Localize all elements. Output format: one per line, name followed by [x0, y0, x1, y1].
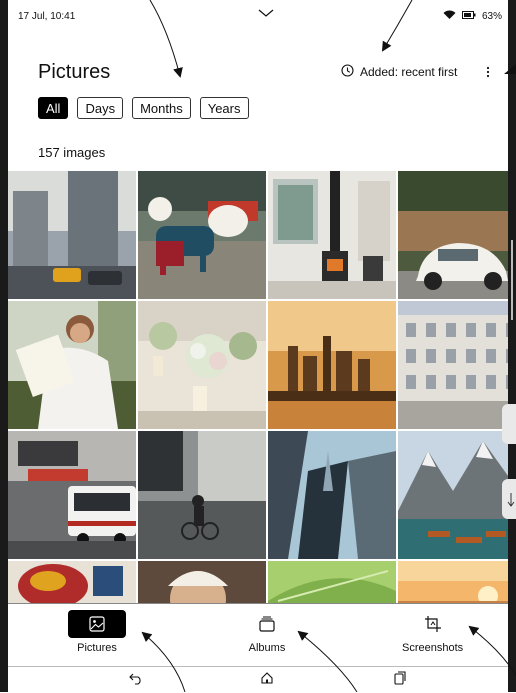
home-icon[interactable]: [260, 671, 274, 690]
status-bar: 17 Jul, 10:41 63%: [18, 8, 502, 26]
scroll-to-top-icon[interactable]: [504, 63, 516, 81]
nav-screenshots[interactable]: Screenshots: [402, 610, 463, 654]
image-icon: [68, 610, 126, 638]
mountain-lake-icon: [398, 431, 508, 559]
image-count: 157 images: [38, 145, 106, 160]
nav-pictures[interactable]: Pictures: [68, 610, 126, 654]
thumbnail-flower-table[interactable]: [138, 301, 266, 429]
thumbnail-child-portrait[interactable]: [138, 561, 266, 603]
more-options-icon[interactable]: [482, 64, 494, 80]
thumbnail-skyline-sunset[interactable]: [268, 301, 396, 429]
flower-table-icon: [138, 301, 266, 429]
nav-pictures-label: Pictures: [77, 642, 117, 654]
device-frame-right: [508, 0, 516, 692]
scroll-down-button[interactable]: [502, 479, 516, 519]
nav-albums-label: Albums: [248, 642, 286, 654]
city-street-icon: [8, 171, 136, 299]
sort-label: Added: recent first: [360, 65, 458, 79]
thumbnail-building-facade[interactable]: [398, 301, 508, 429]
back-icon[interactable]: [129, 671, 143, 690]
battery-icon: [461, 11, 476, 22]
status-time: 17 Jul, 10:41: [18, 11, 76, 22]
system-navigation-bar: [8, 666, 508, 693]
dog-icon: [138, 171, 266, 299]
filter-years[interactable]: Years: [199, 97, 249, 119]
fireplace-room-icon: [268, 171, 396, 299]
page-title: Pictures: [38, 61, 111, 83]
nav-albums[interactable]: Albums: [238, 610, 296, 654]
thumbnail-skyscraper[interactable]: [268, 431, 396, 559]
image-grid: [8, 171, 508, 603]
sort-button[interactable]: Added: recent first: [341, 64, 457, 80]
child-portrait-icon: [138, 561, 266, 603]
clock-icon: [341, 64, 354, 80]
recents-icon[interactable]: [393, 671, 407, 690]
status-right: 63%: [443, 10, 502, 23]
thumbnail-vintage-car[interactable]: [398, 171, 508, 299]
thumbnail-woman-reading[interactable]: [8, 301, 136, 429]
filter-months[interactable]: Months: [132, 97, 191, 119]
scroll-up-button[interactable]: [502, 404, 516, 444]
chevron-down-icon[interactable]: [258, 8, 274, 21]
thumbnail-mountain-lake[interactable]: [398, 431, 508, 559]
bottom-navigation: Pictures Albums Screenshots: [8, 603, 508, 666]
screenshot-icon: [404, 610, 462, 638]
thumbnail-tokyo-street[interactable]: [8, 431, 136, 559]
thumbnail-sunset[interactable]: [398, 561, 508, 603]
battery-level: 63%: [481, 11, 502, 22]
thumbnail-leaf[interactable]: [268, 561, 396, 603]
woman-reading-icon: [8, 301, 136, 429]
thumbnail-fireplace-room[interactable]: [268, 171, 396, 299]
thumbnail-dog[interactable]: [138, 171, 266, 299]
filter-days[interactable]: Days: [77, 97, 124, 119]
albums-icon: [238, 610, 296, 638]
device-frame-left: [0, 0, 8, 692]
leaf-icon: [268, 561, 396, 603]
nav-screenshots-label: Screenshots: [402, 642, 464, 654]
thumbnail-costume[interactable]: [8, 561, 136, 603]
sunset-icon: [398, 561, 508, 603]
building-facade-icon: [398, 301, 508, 429]
rain-cyclist-icon: [138, 431, 266, 559]
vintage-car-icon: [398, 171, 508, 299]
costume-icon: [8, 561, 136, 603]
filter-all[interactable]: All: [38, 97, 69, 119]
thumbnail-rain-cyclist[interactable]: [138, 431, 266, 559]
thumbnail-city-street[interactable]: [8, 171, 136, 299]
wifi-icon: [443, 10, 456, 23]
skyline-sunset-icon: [268, 301, 396, 429]
scrollbar[interactable]: [511, 240, 513, 320]
skyscraper-icon: [268, 431, 396, 559]
time-filter-group: All Days Months Years: [38, 97, 249, 119]
tokyo-street-icon: [8, 431, 136, 559]
